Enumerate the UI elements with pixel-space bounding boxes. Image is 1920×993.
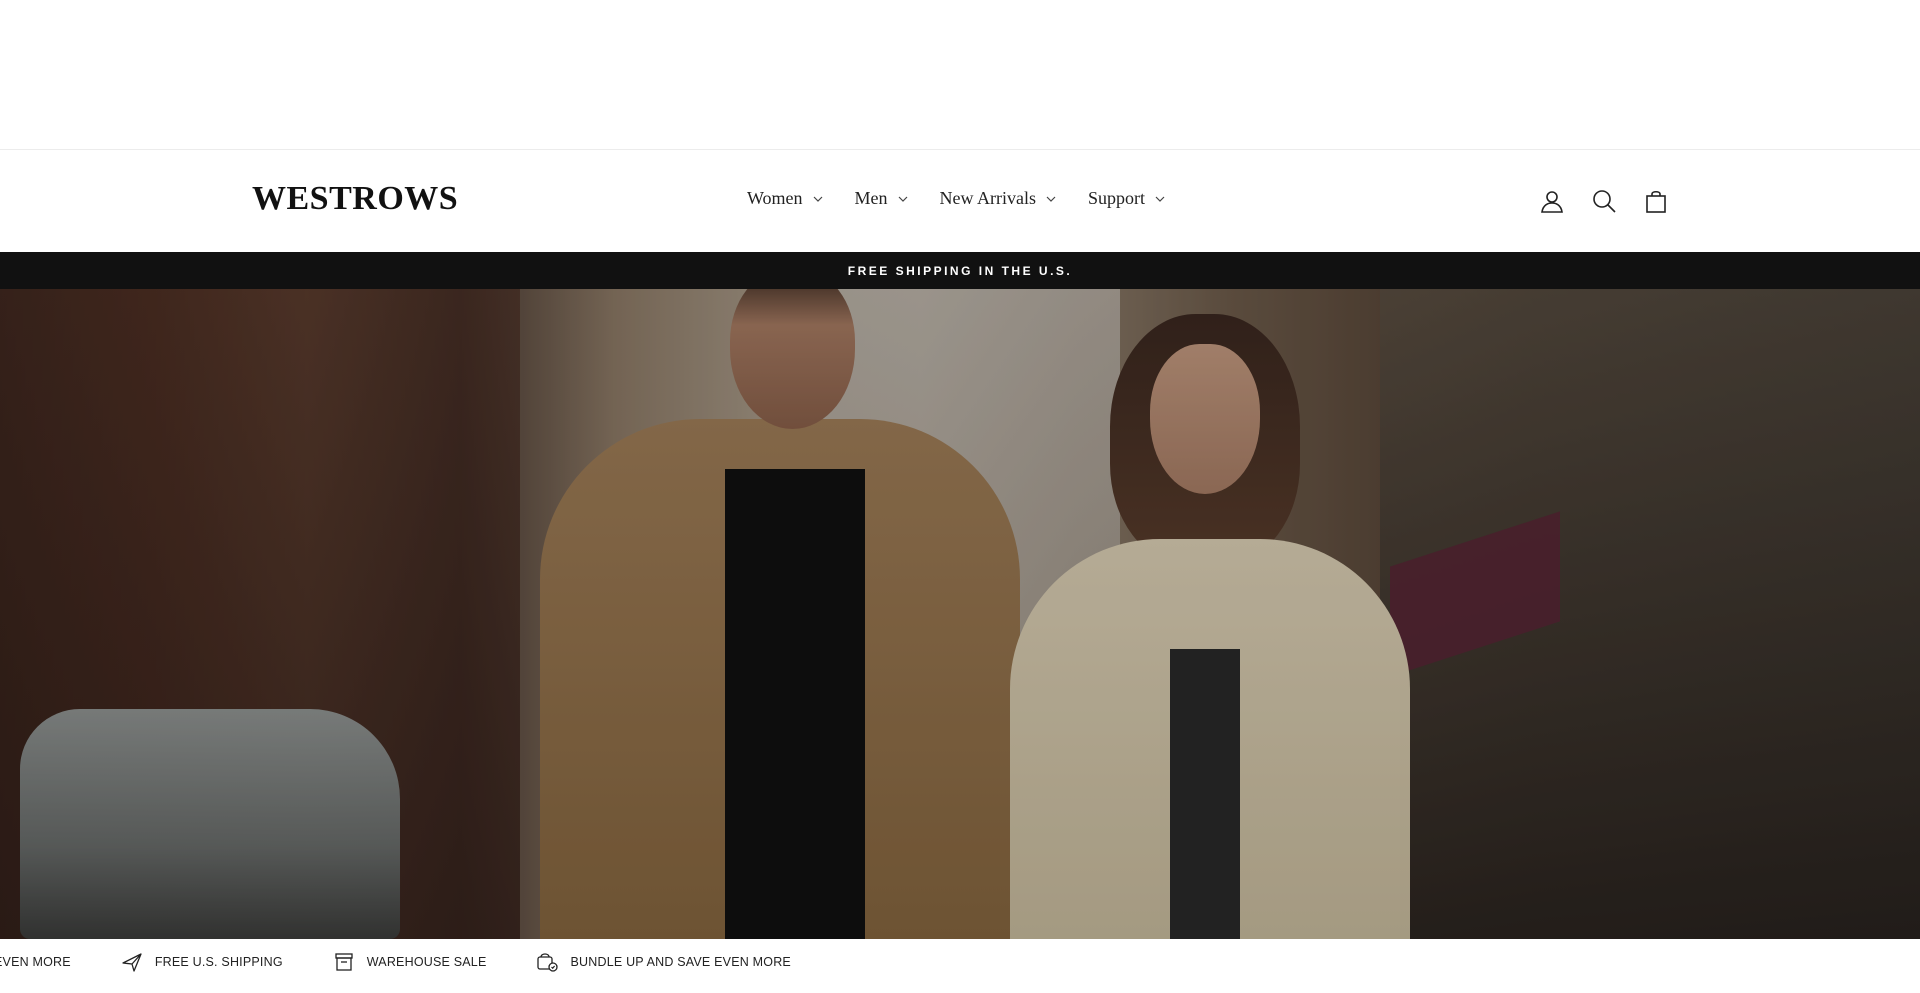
- chevron-down-icon: [1153, 192, 1167, 206]
- chevron-down-icon: [811, 192, 825, 206]
- nav-item-label: Support: [1088, 188, 1146, 208]
- announcement-text: FREE SHIPPING IN THE U.S.: [847, 263, 1073, 278]
- ticker-item: EVEN MORE: [0, 955, 71, 969]
- top-blank-area: [0, 0, 1920, 150]
- hero-overlay: [0, 289, 1920, 939]
- box-icon: [333, 951, 355, 973]
- site-header: WESTROWS Women Men New Arrivals Support: [0, 150, 1920, 252]
- nav-item-label: Men: [854, 188, 888, 208]
- nav-item-new-arrivals[interactable]: New Arrivals: [940, 188, 1058, 209]
- nav-item-label: New Arrivals: [939, 188, 1037, 208]
- chevron-down-icon: [1044, 192, 1058, 206]
- nav-item-support[interactable]: Support: [1088, 188, 1167, 209]
- ticker-item: FREE U.S. SHIPPING: [121, 951, 283, 973]
- marquee-ticker: EVEN MORE FREE U.S. SHIPPING WAREHOUSE S…: [0, 939, 1920, 993]
- site-logo[interactable]: WESTROWS: [252, 180, 458, 218]
- header-icons: [1538, 187, 1694, 215]
- ticker-item: BUNDLE UP AND SAVE EVEN MORE: [536, 951, 791, 973]
- nav-item-women[interactable]: Women: [747, 188, 825, 209]
- plane-icon: [121, 951, 143, 973]
- chevron-down-icon: [896, 192, 910, 206]
- account-icon[interactable]: [1538, 187, 1566, 215]
- ticker-item: WAREHOUSE SALE: [333, 951, 487, 973]
- announcement-bar: FREE SHIPPING IN THE U.S.: [0, 252, 1920, 289]
- nav-item-label: Women: [747, 188, 803, 208]
- ticker-text: EVEN MORE: [0, 955, 71, 969]
- search-icon[interactable]: [1590, 187, 1618, 215]
- ticker-text: WAREHOUSE SALE: [366, 955, 487, 969]
- ticker-row: EVEN MORE FREE U.S. SHIPPING WAREHOUSE S…: [0, 951, 841, 973]
- ticker-text: FREE U.S. SHIPPING: [154, 955, 283, 969]
- main-nav: Women Men New Arrivals Support: [747, 188, 1197, 209]
- hero-image: [0, 289, 1920, 939]
- ticker-text: BUNDLE UP AND SAVE EVEN MORE: [570, 955, 791, 969]
- bundle-icon: [536, 951, 559, 973]
- cart-icon[interactable]: [1642, 187, 1670, 215]
- nav-item-men[interactable]: Men: [855, 188, 910, 209]
